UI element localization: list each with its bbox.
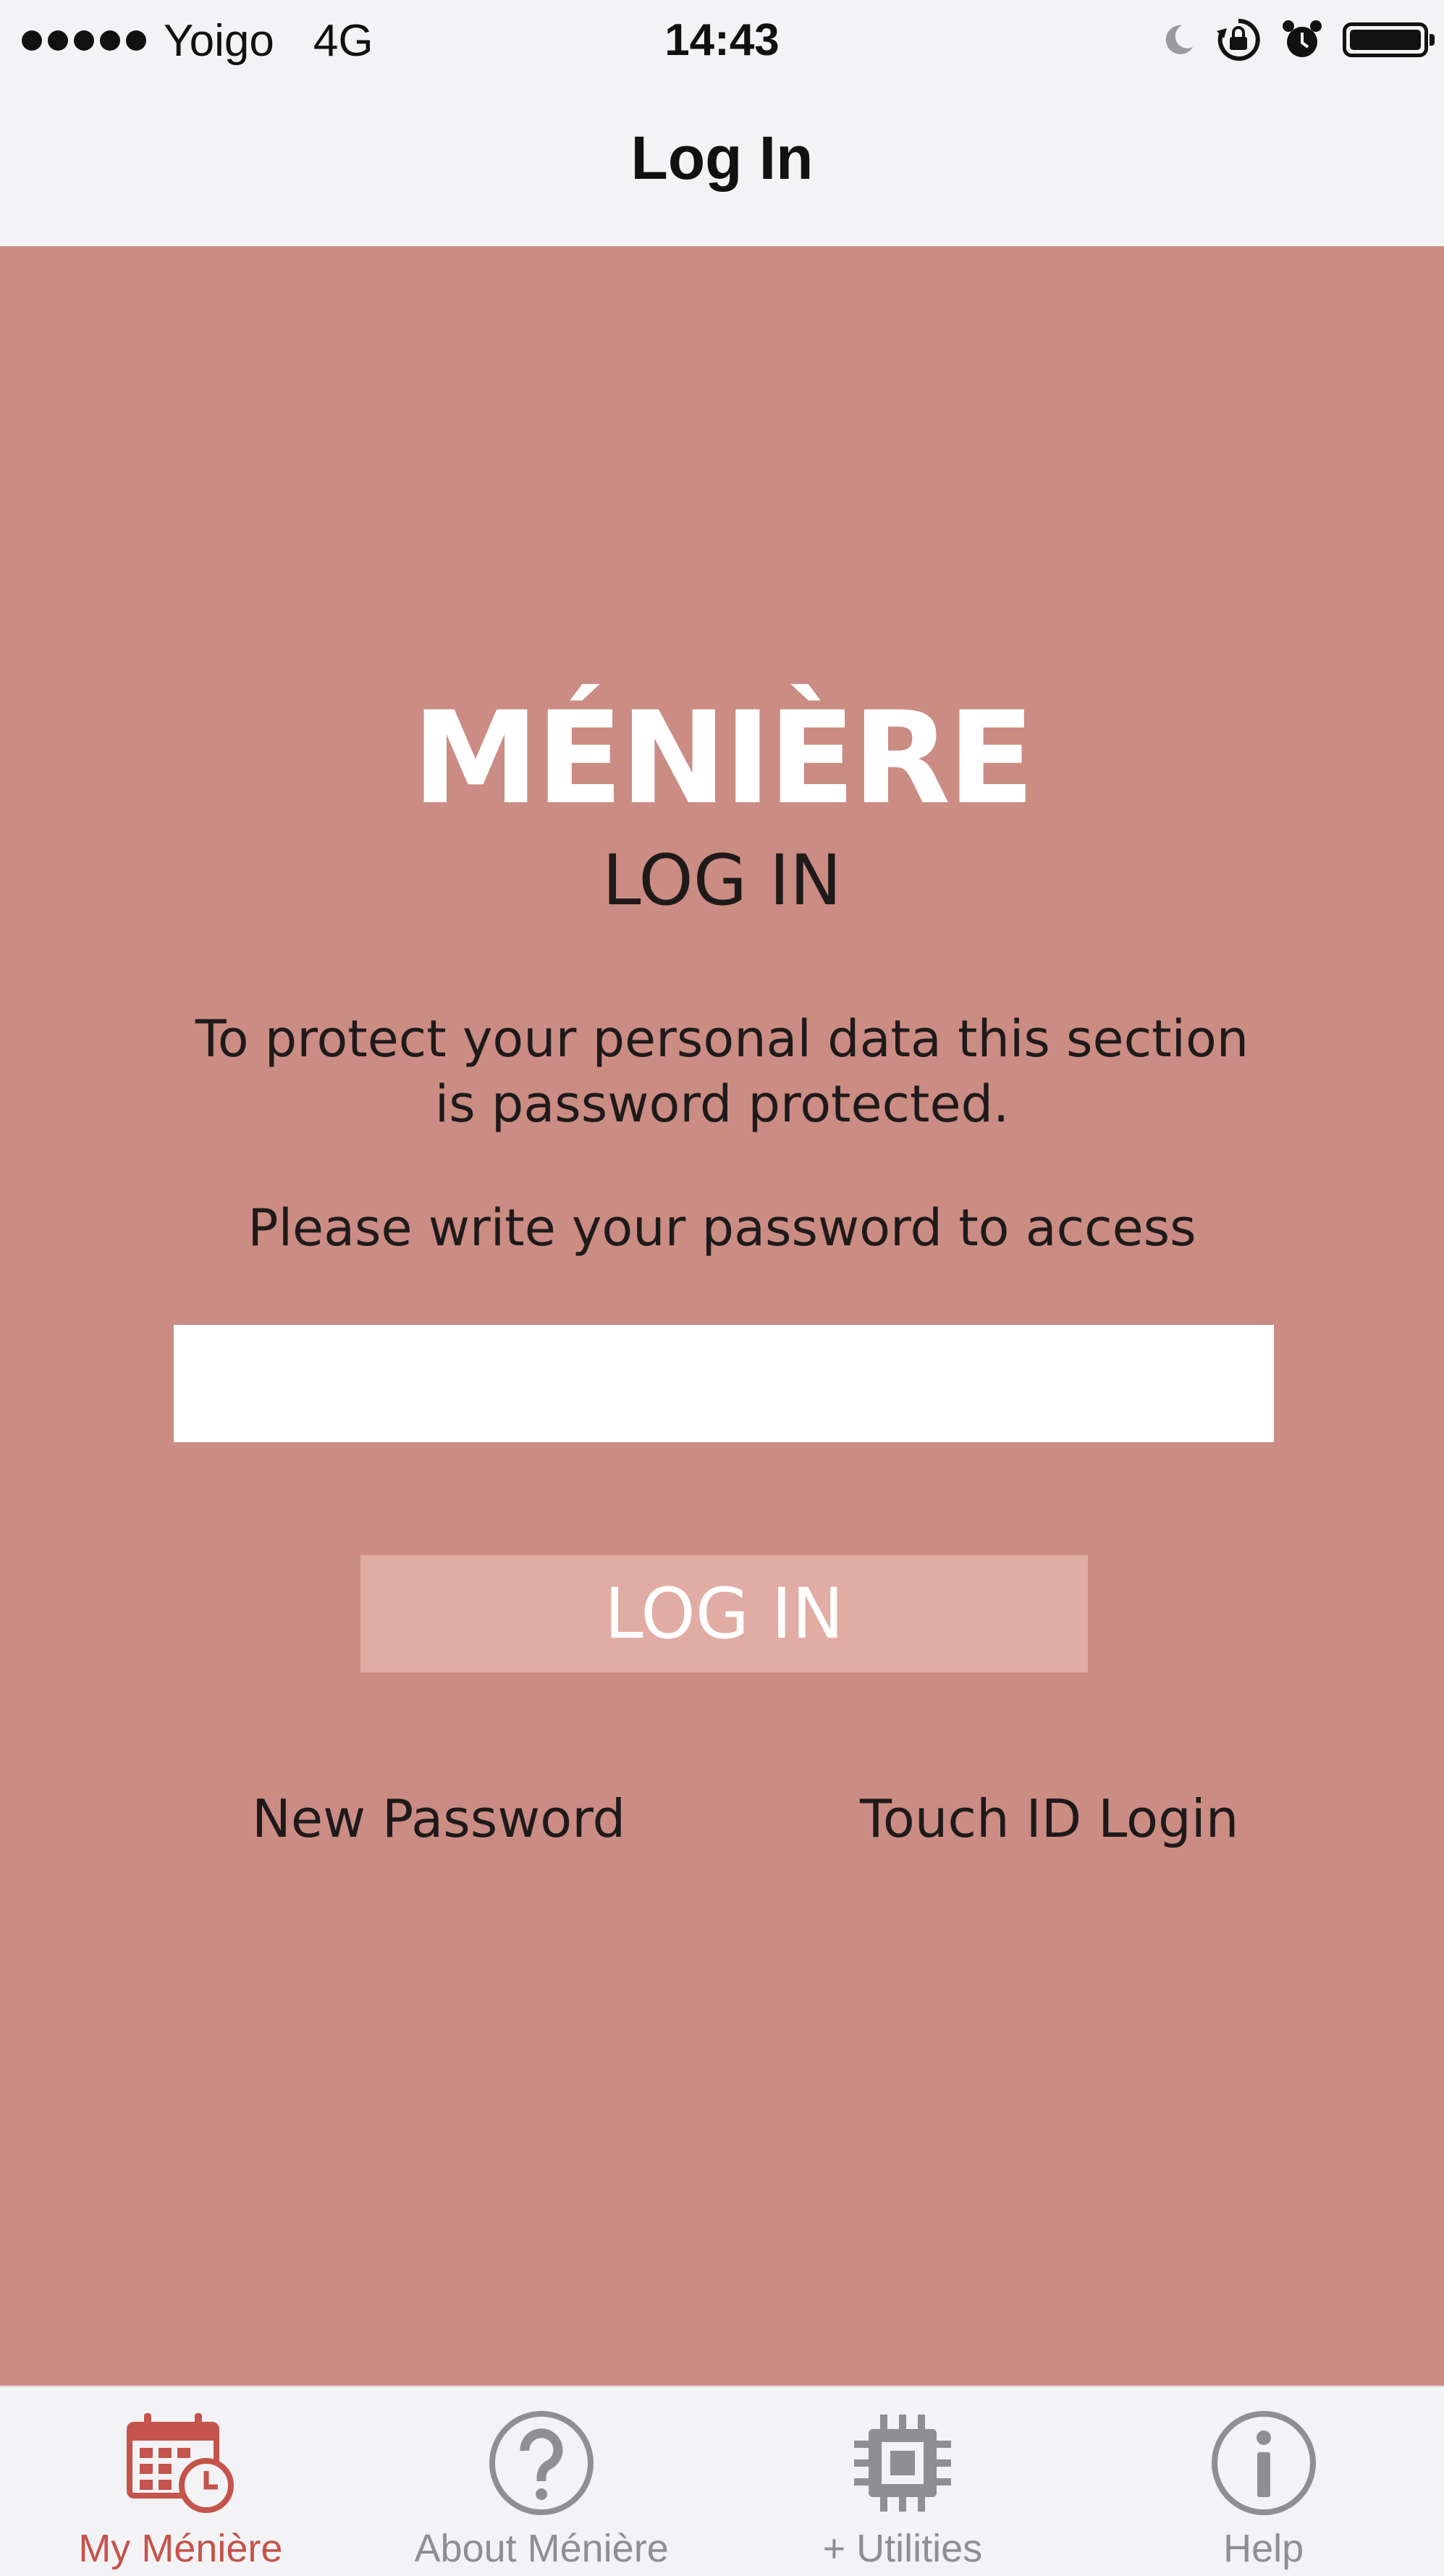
password-input[interactable]	[174, 1325, 1274, 1442]
battery-icon	[1343, 22, 1435, 57]
info-icon	[1211, 2411, 1316, 2515]
tab-my-meniere[interactable]: My Ménière	[0, 2387, 361, 2576]
question-icon	[489, 2411, 594, 2515]
password-prompt: Please write your password to access	[248, 1198, 1196, 1258]
status-icons	[1160, 14, 1435, 65]
tab-help[interactable]: Help	[1083, 2387, 1444, 2576]
new-password-link[interactable]: New Password	[252, 1788, 625, 1849]
alarm-icon	[1283, 20, 1322, 57]
moon-icon	[1165, 25, 1193, 54]
page-title: Log In	[630, 124, 814, 192]
navigation-bar: Log In	[0, 80, 1444, 246]
chip-icon	[853, 2415, 951, 2512]
rotation-lock-icon	[1217, 18, 1260, 61]
touch-id-login-link[interactable]: Touch ID Login	[860, 1788, 1238, 1849]
tab-utilities[interactable]: + Utilities	[722, 2387, 1084, 2576]
tab-bar: My Ménière About Ménière + Utilities Hel…	[0, 2386, 1444, 2576]
protection-description: To protect your personal data this secti…	[195, 1009, 1249, 1134]
app-logo: MÉNIÈRE	[412, 684, 1034, 833]
calendar-clock-icon	[127, 2413, 235, 2513]
tab-label: Help	[1223, 2527, 1304, 2570]
tab-label: My Ménière	[78, 2527, 283, 2570]
status-bar: Yoigo 4G 14:43	[0, 0, 1444, 80]
login-button[interactable]: LOG IN	[360, 1555, 1088, 1672]
login-panel: MÉNIÈRE LOG IN To protect your personal …	[0, 246, 1444, 2386]
tab-about-meniere[interactable]: About Ménière	[361, 2387, 722, 2576]
tab-label: + Utilities	[822, 2527, 983, 2570]
login-heading: LOG IN	[602, 840, 842, 921]
tab-label: About Ménière	[414, 2527, 669, 2570]
